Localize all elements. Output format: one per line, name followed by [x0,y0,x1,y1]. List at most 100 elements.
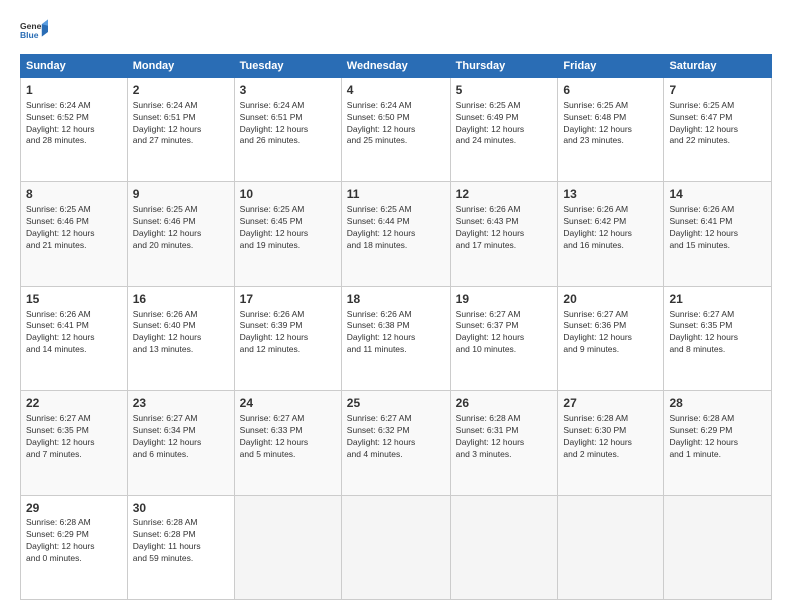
day-number: 26 [456,395,553,412]
day-cell-8: 8Sunrise: 6:25 AMSunset: 6:46 PMDaylight… [21,182,128,286]
day-info: Sunrise: 6:27 AMSunset: 6:35 PMDaylight:… [669,309,766,357]
col-header-saturday: Saturday [664,55,772,78]
day-info: Sunrise: 6:25 AMSunset: 6:49 PMDaylight:… [456,100,553,148]
day-info: Sunrise: 6:26 AMSunset: 6:40 PMDaylight:… [133,309,229,357]
day-cell-6: 6Sunrise: 6:25 AMSunset: 6:48 PMDaylight… [558,78,664,182]
day-cell-27: 27Sunrise: 6:28 AMSunset: 6:30 PMDayligh… [558,391,664,495]
day-info: Sunrise: 6:26 AMSunset: 6:41 PMDaylight:… [669,204,766,252]
day-cell-29: 29Sunrise: 6:28 AMSunset: 6:29 PMDayligh… [21,495,128,599]
calendar-week-row: 22Sunrise: 6:27 AMSunset: 6:35 PMDayligh… [21,391,772,495]
day-number: 8 [26,186,122,203]
day-number: 28 [669,395,766,412]
day-cell-3: 3Sunrise: 6:24 AMSunset: 6:51 PMDaylight… [234,78,341,182]
day-cell-10: 10Sunrise: 6:25 AMSunset: 6:45 PMDayligh… [234,182,341,286]
day-info: Sunrise: 6:25 AMSunset: 6:46 PMDaylight:… [26,204,122,252]
day-number: 22 [26,395,122,412]
day-number: 27 [563,395,658,412]
day-number: 5 [456,82,553,99]
day-number: 29 [26,500,122,517]
day-cell-26: 26Sunrise: 6:28 AMSunset: 6:31 PMDayligh… [450,391,558,495]
day-cell-7: 7Sunrise: 6:25 AMSunset: 6:47 PMDaylight… [664,78,772,182]
day-cell-13: 13Sunrise: 6:26 AMSunset: 6:42 PMDayligh… [558,182,664,286]
col-header-thursday: Thursday [450,55,558,78]
day-cell-12: 12Sunrise: 6:26 AMSunset: 6:43 PMDayligh… [450,182,558,286]
day-number: 14 [669,186,766,203]
day-info: Sunrise: 6:26 AMSunset: 6:42 PMDaylight:… [563,204,658,252]
day-cell-5: 5Sunrise: 6:25 AMSunset: 6:49 PMDaylight… [450,78,558,182]
day-number: 13 [563,186,658,203]
empty-cell [234,495,341,599]
svg-text:Blue: Blue [20,30,39,40]
day-info: Sunrise: 6:27 AMSunset: 6:37 PMDaylight:… [456,309,553,357]
day-number: 7 [669,82,766,99]
day-number: 18 [347,291,445,308]
day-info: Sunrise: 6:28 AMSunset: 6:29 PMDaylight:… [26,517,122,565]
day-cell-19: 19Sunrise: 6:27 AMSunset: 6:37 PMDayligh… [450,286,558,390]
day-info: Sunrise: 6:27 AMSunset: 6:35 PMDaylight:… [26,413,122,461]
day-number: 21 [669,291,766,308]
day-info: Sunrise: 6:26 AMSunset: 6:43 PMDaylight:… [456,204,553,252]
col-header-monday: Monday [127,55,234,78]
day-number: 17 [240,291,336,308]
day-cell-14: 14Sunrise: 6:26 AMSunset: 6:41 PMDayligh… [664,182,772,286]
day-number: 10 [240,186,336,203]
day-number: 11 [347,186,445,203]
day-cell-4: 4Sunrise: 6:24 AMSunset: 6:50 PMDaylight… [341,78,450,182]
day-cell-1: 1Sunrise: 6:24 AMSunset: 6:52 PMDaylight… [21,78,128,182]
day-info: Sunrise: 6:25 AMSunset: 6:45 PMDaylight:… [240,204,336,252]
day-cell-23: 23Sunrise: 6:27 AMSunset: 6:34 PMDayligh… [127,391,234,495]
day-info: Sunrise: 6:25 AMSunset: 6:47 PMDaylight:… [669,100,766,148]
day-cell-22: 22Sunrise: 6:27 AMSunset: 6:35 PMDayligh… [21,391,128,495]
day-number: 16 [133,291,229,308]
day-cell-30: 30Sunrise: 6:28 AMSunset: 6:28 PMDayligh… [127,495,234,599]
day-cell-15: 15Sunrise: 6:26 AMSunset: 6:41 PMDayligh… [21,286,128,390]
day-number: 12 [456,186,553,203]
empty-cell [558,495,664,599]
day-info: Sunrise: 6:24 AMSunset: 6:51 PMDaylight:… [133,100,229,148]
day-number: 15 [26,291,122,308]
day-number: 4 [347,82,445,99]
calendar-week-row: 8Sunrise: 6:25 AMSunset: 6:46 PMDaylight… [21,182,772,286]
day-number: 6 [563,82,658,99]
day-cell-21: 21Sunrise: 6:27 AMSunset: 6:35 PMDayligh… [664,286,772,390]
col-header-wednesday: Wednesday [341,55,450,78]
calendar-table: SundayMondayTuesdayWednesdayThursdayFrid… [20,54,772,600]
day-info: Sunrise: 6:26 AMSunset: 6:41 PMDaylight:… [26,309,122,357]
calendar-week-row: 15Sunrise: 6:26 AMSunset: 6:41 PMDayligh… [21,286,772,390]
day-info: Sunrise: 6:25 AMSunset: 6:44 PMDaylight:… [347,204,445,252]
day-number: 9 [133,186,229,203]
day-info: Sunrise: 6:25 AMSunset: 6:46 PMDaylight:… [133,204,229,252]
day-number: 19 [456,291,553,308]
day-info: Sunrise: 6:26 AMSunset: 6:39 PMDaylight:… [240,309,336,357]
day-cell-28: 28Sunrise: 6:28 AMSunset: 6:29 PMDayligh… [664,391,772,495]
empty-cell [341,495,450,599]
page: General Blue SundayMondayTuesdayWednesda… [0,0,792,612]
day-info: Sunrise: 6:28 AMSunset: 6:30 PMDaylight:… [563,413,658,461]
calendar-week-row: 1Sunrise: 6:24 AMSunset: 6:52 PMDaylight… [21,78,772,182]
day-info: Sunrise: 6:28 AMSunset: 6:28 PMDaylight:… [133,517,229,565]
day-number: 3 [240,82,336,99]
day-info: Sunrise: 6:27 AMSunset: 6:36 PMDaylight:… [563,309,658,357]
day-info: Sunrise: 6:24 AMSunset: 6:50 PMDaylight:… [347,100,445,148]
col-header-sunday: Sunday [21,55,128,78]
col-header-tuesday: Tuesday [234,55,341,78]
day-cell-9: 9Sunrise: 6:25 AMSunset: 6:46 PMDaylight… [127,182,234,286]
header: General Blue [20,18,772,46]
day-info: Sunrise: 6:27 AMSunset: 6:34 PMDaylight:… [133,413,229,461]
empty-cell [450,495,558,599]
col-header-friday: Friday [558,55,664,78]
day-number: 30 [133,500,229,517]
day-info: Sunrise: 6:25 AMSunset: 6:48 PMDaylight:… [563,100,658,148]
day-cell-11: 11Sunrise: 6:25 AMSunset: 6:44 PMDayligh… [341,182,450,286]
day-number: 2 [133,82,229,99]
day-number: 23 [133,395,229,412]
day-cell-16: 16Sunrise: 6:26 AMSunset: 6:40 PMDayligh… [127,286,234,390]
calendar-week-row: 29Sunrise: 6:28 AMSunset: 6:29 PMDayligh… [21,495,772,599]
logo-icon: General Blue [20,18,48,46]
day-number: 25 [347,395,445,412]
day-number: 20 [563,291,658,308]
day-cell-2: 2Sunrise: 6:24 AMSunset: 6:51 PMDaylight… [127,78,234,182]
day-cell-24: 24Sunrise: 6:27 AMSunset: 6:33 PMDayligh… [234,391,341,495]
day-info: Sunrise: 6:28 AMSunset: 6:31 PMDaylight:… [456,413,553,461]
day-info: Sunrise: 6:28 AMSunset: 6:29 PMDaylight:… [669,413,766,461]
